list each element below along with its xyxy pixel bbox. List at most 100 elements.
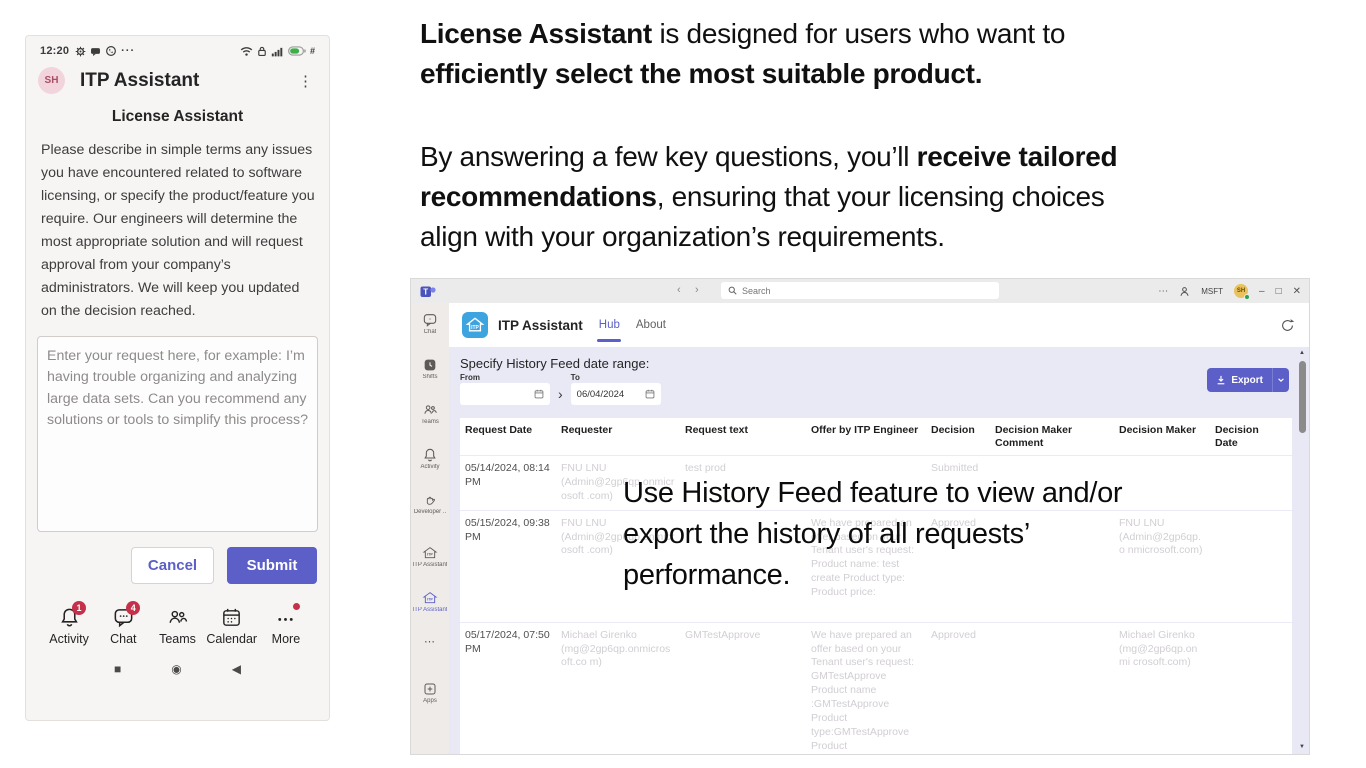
export-split-button[interactable]: Export xyxy=(1207,368,1289,392)
scroll-up-icon[interactable]: ▲ xyxy=(1299,349,1305,357)
rail-item-activity[interactable]: Activity xyxy=(411,447,449,492)
to-label: To xyxy=(570,373,580,382)
android-home-button[interactable]: ◉ xyxy=(171,662,181,676)
table-header-row: Request Date Requester Request text Offe… xyxy=(460,418,1292,457)
lock-icon xyxy=(258,46,266,56)
phone-screenshot: 12:20 ··· # SH ITP Assistant ⋮ License A… xyxy=(25,35,330,721)
more-dots-icon: ⋯ xyxy=(424,636,436,648)
minimize-button[interactable]: – xyxy=(1259,286,1265,297)
tenant-label: MSFT xyxy=(1201,286,1223,296)
date-range-label: Specify History Feed date range: xyxy=(460,356,650,371)
teams-window-screenshot: T ‹ › ⋯ MSFT SH – □ ✕ = Chat Shifts Team… xyxy=(410,278,1310,755)
cancel-button[interactable]: Cancel xyxy=(131,547,214,584)
signal-icon xyxy=(271,47,283,56)
intro-bold: efficiently select the most suitable pro… xyxy=(420,58,983,89)
from-label: From xyxy=(460,373,480,382)
vertical-scrollbar[interactable]: ▲ ▼ xyxy=(1297,349,1307,751)
calendar-icon xyxy=(223,608,241,626)
teams-people-icon xyxy=(424,405,437,414)
intro-text: License Assistant is designed for users … xyxy=(420,18,1118,252)
titlebar-more-icon[interactable]: ⋯ xyxy=(1158,286,1168,297)
presence-indicator xyxy=(1244,294,1250,300)
card-description: Please describe in simple terms any issu… xyxy=(41,142,315,319)
request-textarea[interactable] xyxy=(37,336,318,532)
intro-bold: recommendations xyxy=(420,181,657,212)
search-icon xyxy=(728,286,737,295)
svg-text:ITP: ITP xyxy=(427,598,433,602)
calendar-icon[interactable] xyxy=(645,389,655,399)
avatar: SH xyxy=(38,67,65,94)
calendar-icon[interactable] xyxy=(534,389,544,399)
export-label: Export xyxy=(1231,374,1263,386)
nav-back-button[interactable]: ‹ xyxy=(677,284,681,296)
nav-item-calendar[interactable]: Calendar xyxy=(205,606,259,646)
range-chevron: › xyxy=(558,386,563,402)
scrollbar-thumb[interactable] xyxy=(1298,361,1306,433)
rail-item-chat[interactable]: = Chat xyxy=(411,312,449,357)
phone-app-bar: SH ITP Assistant ⋮ xyxy=(26,57,329,94)
phone-status-bar: 12:20 ··· # xyxy=(26,36,329,57)
active-tab-underline xyxy=(596,339,621,342)
tab-about[interactable]: About xyxy=(636,303,666,347)
rail-item-teams[interactable]: Teams xyxy=(411,402,449,447)
apps-plus-icon xyxy=(424,683,436,695)
chevron-down-icon xyxy=(1278,378,1284,382)
kebab-menu-icon[interactable]: ⋮ xyxy=(294,72,317,90)
svg-text:T: T xyxy=(423,288,428,297)
table-row: 05/17/2024, 07:50 PM Michael Girenko (mg… xyxy=(460,623,1292,754)
callout-caption: Use History Feed feature to view and/or … xyxy=(623,477,1123,591)
intro-bold: License Assistant xyxy=(420,18,652,49)
android-back-button[interactable]: ◀ xyxy=(232,662,241,676)
rail-item-developer[interactable]: Developer .. xyxy=(411,492,449,537)
itp-app-icon: ITP xyxy=(462,312,488,338)
app-header: ITP ITP Assistant Hub About xyxy=(449,303,1309,347)
teams-people-icon xyxy=(169,610,188,623)
rail-item-more[interactable]: ⋯ xyxy=(411,635,449,673)
from-date-input[interactable] xyxy=(466,388,532,400)
app-title: ITP Assistant xyxy=(80,69,200,91)
user-avatar[interactable]: SH xyxy=(1234,284,1250,300)
whatsapp-icon xyxy=(106,46,117,56)
nav-item-more[interactable]: More xyxy=(259,603,313,646)
app-rail: = Chat Shifts Teams Activity Developer .… xyxy=(411,303,449,754)
from-date-field[interactable] xyxy=(460,383,550,405)
itp-house-icon: ITP xyxy=(422,547,438,559)
rail-item-itp-assistant[interactable]: ITP ITP Assistant xyxy=(411,545,449,590)
search-box[interactable] xyxy=(721,282,999,299)
rail-item-itp-assistant-active[interactable]: ITP ITP Assistant xyxy=(411,590,449,635)
more-red-dot xyxy=(292,603,300,610)
rail-item-apps[interactable]: Apps xyxy=(411,681,449,726)
message-icon xyxy=(91,47,101,56)
search-input[interactable] xyxy=(742,285,962,296)
svg-text:ITP: ITP xyxy=(471,325,479,331)
android-nav-bar: ■ ◉ ◀ xyxy=(26,662,329,676)
nav-item-teams[interactable]: Teams xyxy=(150,606,204,646)
developer-hand-icon xyxy=(426,496,435,505)
to-date-input[interactable] xyxy=(576,388,643,400)
android-recent-button[interactable]: ■ xyxy=(114,662,121,676)
activity-badge: 1 xyxy=(72,601,86,615)
refresh-icon[interactable] xyxy=(1280,318,1295,333)
rail-item-shifts[interactable]: Shifts xyxy=(411,357,449,402)
svg-text:ITP: ITP xyxy=(427,553,433,557)
nav-forward-button[interactable]: › xyxy=(695,284,699,296)
tab-hub[interactable]: Hub xyxy=(596,303,621,347)
to-date-field[interactable] xyxy=(570,383,661,405)
bell-icon xyxy=(424,448,436,462)
close-button[interactable]: ✕ xyxy=(1293,286,1301,297)
gear-icon xyxy=(75,46,86,56)
clock-text: 12:20 xyxy=(40,45,70,57)
scroll-down-icon[interactable]: ▼ xyxy=(1299,743,1305,751)
teams-logo-icon: T xyxy=(420,286,436,297)
nav-item-chat[interactable]: 4 Chat xyxy=(96,601,150,646)
submit-button[interactable]: Submit xyxy=(227,547,317,584)
phone-bottom-nav: 1 Activity 4 Chat Teams Calendar More xyxy=(26,601,329,646)
status-more-icon: ··· xyxy=(121,45,136,57)
nav-item-activity[interactable]: 1 Activity xyxy=(42,601,96,646)
window-titlebar: T ‹ › ⋯ MSFT SH – □ ✕ xyxy=(411,279,1309,303)
restore-button[interactable]: □ xyxy=(1276,286,1282,297)
person-icon[interactable] xyxy=(1179,286,1190,297)
card-title: License Assistant xyxy=(111,108,244,125)
export-dropdown-button[interactable] xyxy=(1272,368,1289,392)
download-icon xyxy=(1217,375,1225,385)
